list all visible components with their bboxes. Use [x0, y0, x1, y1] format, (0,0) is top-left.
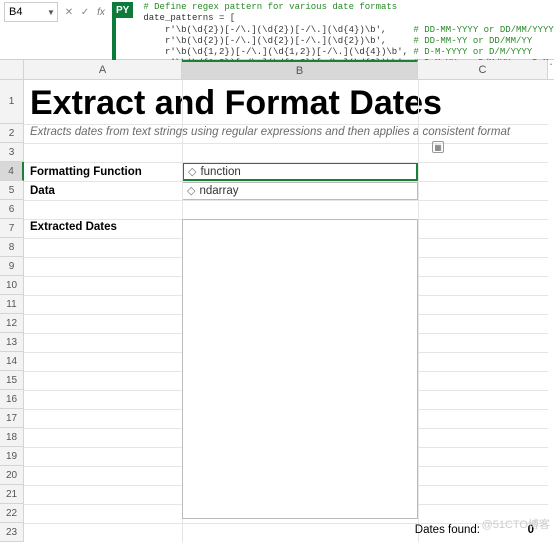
row-header-2[interactable]: 2 [0, 124, 24, 143]
row-header-16[interactable]: 16 [0, 390, 24, 409]
label-data: Data [24, 185, 182, 197]
object-icon: ◇ [187, 184, 195, 197]
row-header-6[interactable]: 6 [0, 200, 24, 219]
fx-icon[interactable]: fx [94, 5, 108, 19]
label-formatting-function: Formatting Function [24, 166, 182, 178]
cancel-icon[interactable]: ✕ [62, 5, 76, 19]
select-all-corner[interactable] [0, 60, 24, 79]
chevron-down-icon[interactable]: ▼ [45, 3, 57, 21]
row-header-22[interactable]: 22 [0, 504, 24, 523]
cell-b4-selected[interactable]: ◇ function [182, 162, 418, 181]
spreadsheet: A B C 1234567891011121314151617181920212… [0, 60, 554, 542]
name-box[interactable]: ▼ [4, 2, 58, 22]
formula-controls: ✕ ✓ fx [62, 2, 108, 22]
object-icon: ◇ [188, 165, 196, 178]
row-header-3[interactable]: 3 [0, 143, 24, 162]
watermark: @51CTO博客 [482, 516, 550, 532]
col-header-a[interactable]: A [24, 60, 182, 79]
dates-found-label: Dates found: [304, 524, 500, 536]
row-header-15[interactable]: 15 [0, 371, 24, 390]
page-title: Extract and Format Dates [24, 80, 548, 124]
row-header-10[interactable]: 10 [0, 276, 24, 295]
row-header-1[interactable]: 1 [0, 80, 24, 124]
extracted-dates-box[interactable] [182, 219, 418, 519]
column-headers: A B C [0, 60, 554, 80]
accept-icon[interactable]: ✓ [78, 5, 92, 19]
row-header-14[interactable]: 14 [0, 352, 24, 371]
python-badge: PY [112, 2, 133, 18]
row-header-21[interactable]: 21 [0, 485, 24, 504]
row-header-18[interactable]: 18 [0, 428, 24, 447]
row-header-20[interactable]: 20 [0, 466, 24, 485]
row-header-11[interactable]: 11 [0, 295, 24, 314]
row-header-8[interactable]: 8 [0, 238, 24, 257]
row-headers: 1234567891011121314151617181920212223 [0, 80, 24, 542]
row-header-17[interactable]: 17 [0, 409, 24, 428]
row-header-9[interactable]: 9 [0, 257, 24, 276]
formula-bar: ▼ ✕ ✓ fx PY # Define regex pattern for v… [0, 0, 554, 60]
page-subtitle: Extracts dates from text strings using r… [24, 124, 548, 143]
cell-reference-input[interactable] [5, 6, 45, 18]
row-header-12[interactable]: 12 [0, 314, 24, 333]
col-header-c[interactable]: C [418, 60, 548, 79]
row-header-5[interactable]: 5 [0, 181, 24, 200]
row-header-7[interactable]: 7 [0, 219, 24, 238]
row-header-23[interactable]: 23 [0, 523, 24, 542]
label-extracted-dates: Extracted Dates [30, 221, 117, 233]
options-icon[interactable]: ▦ [432, 141, 444, 153]
row-header-13[interactable]: 13 [0, 333, 24, 352]
col-header-b[interactable]: B [182, 60, 418, 79]
row-header-19[interactable]: 19 [0, 447, 24, 466]
cell-b5[interactable]: ◇ ndarray [182, 182, 418, 200]
row-header-4[interactable]: 4 [0, 162, 24, 181]
cell-b4-value: function [200, 166, 240, 178]
cell-b5-value: ndarray [199, 185, 238, 197]
grid-area[interactable]: Extract and Format Dates Extracts dates … [24, 80, 548, 542]
